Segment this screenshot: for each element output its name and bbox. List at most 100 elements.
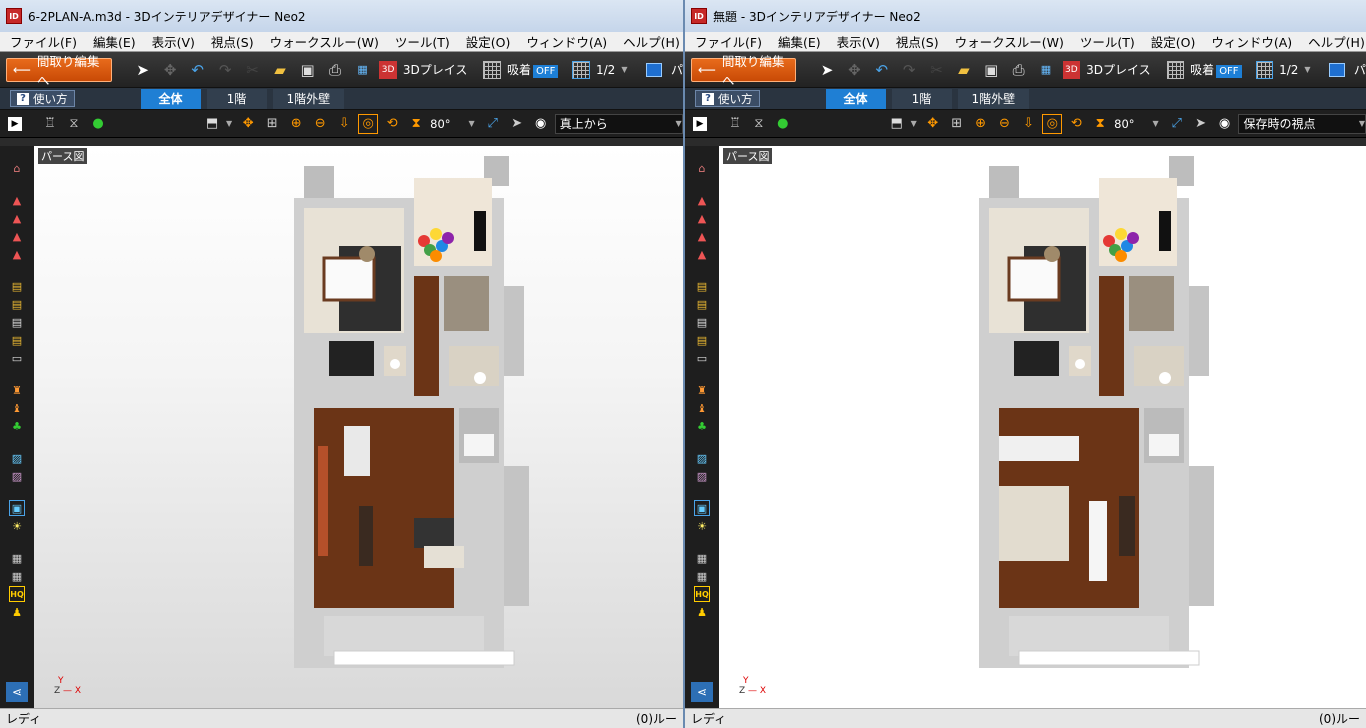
menu-window[interactable]: ウィンドウ(A) — [1211, 32, 1292, 51]
3d-place-icon[interactable]: 3D — [379, 60, 397, 79]
camera-icon[interactable]: ◉ — [1215, 114, 1235, 134]
print-icon[interactable]: ⎙ — [1008, 59, 1029, 81]
redo-icon[interactable]: ↷ — [214, 59, 235, 81]
menu-settings[interactable]: 設定(O) — [466, 32, 511, 51]
fov-icon[interactable]: ⧗ — [406, 114, 426, 134]
photo-icon[interactable]: ▨ — [694, 468, 710, 484]
roof2-icon[interactable]: ▲ — [694, 210, 710, 226]
grid-scale-select[interactable]: 1/2 — [596, 63, 615, 77]
render-mode-icon[interactable]: ⬒ — [202, 114, 222, 134]
print-icon[interactable]: ⎙ — [324, 59, 345, 81]
3d-place-icon[interactable]: 3D — [1062, 60, 1081, 79]
orbit-icon[interactable]: ◎ — [1042, 113, 1063, 134]
hq-icon[interactable]: HQ — [694, 586, 710, 602]
light-settings-icon[interactable]: ⧖ — [64, 114, 84, 134]
fov-value[interactable]: 80° — [1114, 117, 1134, 131]
menu-edit[interactable]: 編集(E) — [93, 32, 136, 51]
menu-view[interactable]: 表示(V) — [152, 32, 195, 51]
panel-toggle-icon[interactable]: ▶ — [8, 116, 22, 131]
light-icon[interactable]: ♖ — [40, 114, 60, 134]
light-settings-icon[interactable]: ⧖ — [749, 114, 769, 134]
chevron-down-icon[interactable]: ▼ — [1304, 65, 1310, 74]
chevron-down-icon[interactable]: ▼ — [1153, 119, 1159, 128]
help-button[interactable]: ? 使い方 — [10, 90, 75, 107]
roof4-icon[interactable]: ▲ — [9, 246, 25, 262]
chevron-down-icon[interactable]: ▼ — [469, 119, 475, 128]
3d-viewport[interactable]: パース図 Y Z — X — [719, 146, 1366, 708]
zoom-in-icon[interactable]: ⊕ — [286, 114, 306, 134]
tab-floor1-exterior[interactable]: 1階外壁 — [957, 88, 1030, 109]
display-icon[interactable]: ▣ — [694, 500, 710, 516]
menu-help[interactable]: ヘルプ(H) — [623, 32, 680, 51]
plant-icon[interactable]: ♣ — [9, 418, 25, 434]
view-preset-select[interactable]: 真上から ▼ — [554, 113, 683, 134]
export-icon[interactable]: ▦ — [694, 550, 710, 566]
redo-icon[interactable]: ↷ — [898, 59, 919, 81]
tab-all[interactable]: 全体 — [825, 88, 886, 109]
house-icon[interactable]: ⌂ — [9, 160, 25, 176]
lamp-icon[interactable]: ♝ — [9, 400, 25, 416]
help-button[interactable]: ? 使い方 — [695, 90, 760, 107]
material-icon[interactable]: ● — [88, 114, 108, 134]
extra-toolbar-label[interactable]: パ — [671, 61, 683, 78]
roof3-icon[interactable]: ▲ — [9, 228, 25, 244]
image-icon[interactable]: ▨ — [694, 450, 710, 466]
tab-floor1[interactable]: 1階 — [206, 88, 267, 109]
grid-scale-icon[interactable] — [1255, 60, 1274, 79]
wall-icon[interactable]: ▤ — [694, 296, 710, 312]
fov-value[interactable]: 80° — [430, 117, 450, 131]
color-swatch-icon[interactable] — [1327, 59, 1348, 81]
roof-icon[interactable]: ▲ — [9, 192, 25, 208]
display-icon[interactable]: ▣ — [9, 500, 25, 516]
cut-icon[interactable]: ✂ — [926, 59, 947, 81]
roof2-icon[interactable]: ▲ — [9, 210, 25, 226]
menu-help[interactable]: ヘルプ(H) — [1308, 32, 1365, 51]
3d-place-label[interactable]: 3Dプレイス — [403, 61, 468, 78]
house-icon[interactable]: ⌂ — [694, 160, 710, 176]
fit-icon[interactable]: ⤢ — [1167, 114, 1187, 134]
save-icon[interactable]: ▣ — [297, 59, 318, 81]
photo-icon[interactable]: ▨ — [9, 468, 25, 484]
extra-toolbar-label[interactable]: パ — [1354, 61, 1366, 78]
pan-icon[interactable]: ✥ — [159, 59, 180, 81]
back-to-floorplan-button[interactable]: ⟵ 間取り編集へ — [6, 54, 112, 88]
undo-icon[interactable]: ↶ — [871, 59, 892, 81]
menu-file[interactable]: ファイル(F) — [695, 32, 762, 51]
tab-floor1[interactable]: 1階 — [891, 88, 952, 109]
menu-edit[interactable]: 編集(E) — [778, 32, 821, 51]
grid-icon[interactable] — [1166, 60, 1185, 79]
grid-icon[interactable] — [483, 60, 501, 79]
furniture-icon[interactable]: ♜ — [9, 382, 25, 398]
share-icon[interactable]: ⋖ — [691, 682, 713, 702]
render-icon[interactable]: ▦ — [1035, 59, 1056, 81]
roof-icon[interactable]: ▲ — [694, 192, 710, 208]
bulb-icon[interactable]: ☀ — [9, 518, 25, 534]
bulb-icon[interactable]: ☀ — [694, 518, 710, 534]
menu-tools[interactable]: ツール(T) — [395, 32, 450, 51]
render-image-icon[interactable]: ▦ — [694, 568, 710, 584]
stair-icon[interactable]: ▤ — [694, 332, 710, 348]
roof3-icon[interactable]: ▲ — [694, 228, 710, 244]
fov-icon[interactable]: ⧗ — [1090, 114, 1110, 134]
open-folder-icon[interactable]: ▰ — [953, 59, 974, 81]
ceiling-icon[interactable]: ▤ — [9, 314, 25, 330]
back-to-floorplan-button[interactable]: ⟵ 間取り編集へ — [691, 54, 797, 88]
pillar-icon[interactable]: ▭ — [9, 350, 25, 366]
image-icon[interactable]: ▨ — [9, 450, 25, 466]
render-icon[interactable]: ▦ — [352, 59, 373, 81]
floor-icon[interactable]: ▤ — [694, 278, 710, 294]
zoom-out-icon[interactable]: ⊖ — [310, 114, 330, 134]
walk-icon[interactable]: ⇩ — [1018, 114, 1038, 134]
grid-scale-icon[interactable] — [572, 60, 590, 79]
move-icon[interactable]: ✥ — [238, 114, 258, 134]
view-preset-select[interactable]: 保存時の視点 ▼ — [1238, 113, 1366, 134]
cut-icon[interactable]: ✂ — [242, 59, 263, 81]
menu-window[interactable]: ウィンドウ(A) — [526, 32, 607, 51]
zoom-out-icon[interactable]: ⊖ — [995, 114, 1015, 134]
menu-viewpoint[interactable]: 視点(S) — [211, 32, 254, 51]
fit-icon[interactable]: ⤢ — [483, 114, 503, 134]
camera-icon[interactable]: ◉ — [531, 114, 551, 134]
render-mode-icon[interactable]: ⬒ — [887, 114, 907, 134]
plant-icon[interactable]: ♣ — [694, 418, 710, 434]
menu-tools[interactable]: ツール(T) — [1080, 32, 1135, 51]
